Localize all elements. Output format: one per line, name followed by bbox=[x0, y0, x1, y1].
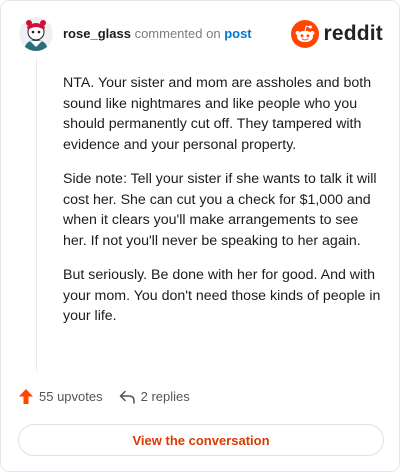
comment-card: rose_glass commented on post reddit NTA.… bbox=[0, 0, 400, 472]
user-avatar[interactable] bbox=[19, 17, 53, 51]
username[interactable]: rose_glass bbox=[63, 26, 131, 41]
comment-attribution: rose_glass commented on post bbox=[63, 26, 252, 42]
thread-line bbox=[36, 59, 37, 371]
replies-count: 2 replies bbox=[140, 389, 190, 404]
reddit-wordmark: reddit bbox=[323, 22, 383, 45]
upvote-button[interactable]: 55 upvotes bbox=[19, 389, 103, 404]
reddit-snoo-icon bbox=[291, 20, 320, 48]
upvote-count: 55 upvotes bbox=[39, 389, 103, 404]
upvote-arrow-icon bbox=[19, 389, 33, 404]
comment-paragraph: NTA. Your sister and mom are assholes an… bbox=[63, 75, 372, 153]
comment-body: NTA. Your sister and mom are assholes an… bbox=[63, 73, 385, 341]
post-link[interactable]: post bbox=[224, 26, 251, 41]
comment-paragraph: But seriously. Be done with her for good… bbox=[63, 267, 381, 324]
comment-header: rose_glass commented on post reddit bbox=[19, 17, 383, 53]
comment-actions: 55 upvotes 2 replies bbox=[19, 389, 190, 404]
view-conversation-button[interactable]: View the conversation bbox=[18, 424, 384, 456]
reply-arrow-icon bbox=[119, 390, 135, 404]
comment-paragraph: Side note: Tell your sister if she wants… bbox=[63, 171, 377, 249]
reddit-logo[interactable]: reddit bbox=[291, 20, 383, 48]
avatar-image bbox=[19, 17, 53, 51]
replies-button[interactable]: 2 replies bbox=[119, 389, 190, 404]
action-text: commented on bbox=[134, 26, 221, 41]
